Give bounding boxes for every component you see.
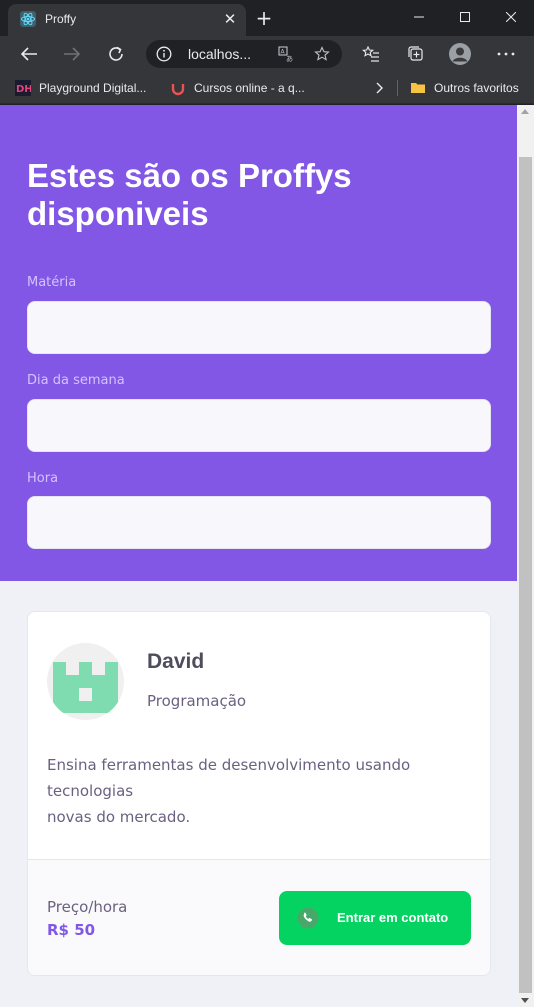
browser-toolbar: localhos... Aあ bbox=[0, 36, 534, 72]
refresh-icon[interactable] bbox=[102, 40, 130, 68]
contact-button[interactable]: Entrar em contato bbox=[279, 891, 471, 945]
new-tab-icon[interactable]: + bbox=[252, 6, 276, 30]
bookmarks-bar: DH Playground Digital... Cursos online -… bbox=[0, 72, 534, 104]
contact-button-label: Entrar em contato bbox=[337, 910, 449, 925]
teacher-bio: Ensina ferramentas de desenvolvimento us… bbox=[47, 752, 467, 830]
teacher-avatar bbox=[47, 643, 124, 720]
page-title: Estes são os Proffys disponiveis bbox=[27, 157, 352, 232]
react-favicon-icon bbox=[20, 11, 36, 27]
bookmark-playground[interactable]: DH Playground Digital... bbox=[15, 79, 146, 97]
back-icon[interactable] bbox=[15, 40, 43, 68]
page-viewport: Estes são os Proffys disponiveis Matéria… bbox=[0, 105, 517, 1007]
svg-text:DH: DH bbox=[16, 84, 31, 95]
more-menu-icon[interactable] bbox=[492, 40, 520, 68]
favorites-icon[interactable] bbox=[357, 40, 385, 68]
bookmark-cursos-online[interactable]: Cursos online - a q... bbox=[170, 79, 305, 97]
browser-tab[interactable]: Proffy ✕ bbox=[8, 4, 246, 36]
tab-close-icon[interactable]: ✕ bbox=[220, 9, 240, 29]
info-icon[interactable] bbox=[156, 46, 172, 62]
bookmark-label: Cursos online - a q... bbox=[194, 81, 305, 95]
tab-title: Proffy bbox=[45, 12, 77, 26]
bookmarks-divider bbox=[397, 80, 398, 96]
bookmark-label: Outros favoritos bbox=[434, 81, 519, 95]
scroll-up-arrow-icon[interactable] bbox=[521, 109, 529, 114]
weekday-label: Dia da semana bbox=[27, 373, 125, 388]
page-scrollbar[interactable] bbox=[517, 105, 534, 1007]
subject-input[interactable] bbox=[27, 301, 491, 354]
page-header: Estes são os Proffys disponiveis Matéria… bbox=[0, 105, 517, 581]
teacher-bio-line: Ensina ferramentas de desenvolvimento us… bbox=[47, 756, 411, 800]
scrollbar-thumb[interactable] bbox=[519, 157, 532, 993]
folder-icon bbox=[411, 83, 425, 93]
close-window-icon[interactable] bbox=[488, 0, 534, 34]
time-input[interactable] bbox=[27, 496, 491, 549]
profile-avatar-icon[interactable] bbox=[446, 40, 474, 68]
subject-label: Matéria bbox=[27, 275, 77, 290]
price-value: R$ 50 bbox=[47, 921, 96, 939]
url-text: localhos... bbox=[188, 46, 252, 62]
teacher-card-footer: Preço/hora R$ 50 Entrar em contato bbox=[28, 859, 490, 975]
maximize-icon[interactable] bbox=[442, 0, 488, 34]
identicon-avatar-icon bbox=[53, 662, 118, 713]
scroll-down-arrow-icon[interactable] bbox=[521, 998, 529, 1003]
teacher-name: David bbox=[147, 650, 205, 673]
weekday-input[interactable] bbox=[27, 399, 491, 452]
udemy-icon bbox=[171, 84, 185, 96]
price-label: Preço/hora bbox=[47, 898, 128, 916]
translate-icon[interactable]: Aあ bbox=[278, 46, 294, 62]
playground-digital-icon: DH bbox=[15, 80, 31, 96]
bookmark-other-favorites[interactable]: Outros favoritos bbox=[410, 79, 519, 97]
teacher-subject: Programação bbox=[147, 692, 247, 710]
bookmark-label: Playground Digital... bbox=[39, 81, 147, 95]
address-bar[interactable]: localhos... Aあ bbox=[146, 40, 342, 68]
teacher-card: David Programação Ensina ferramentas de … bbox=[27, 611, 491, 976]
bookmarks-overflow-chevron-icon[interactable] bbox=[374, 79, 384, 97]
forward-icon[interactable] bbox=[58, 40, 86, 68]
star-icon[interactable] bbox=[314, 46, 330, 62]
browser-tabbar: Proffy ✕ + bbox=[0, 0, 534, 36]
whatsapp-icon bbox=[297, 907, 319, 929]
svg-text:あ: あ bbox=[286, 55, 293, 62]
collections-icon[interactable] bbox=[402, 40, 430, 68]
teacher-bio-line: novas do mercado. bbox=[47, 808, 191, 826]
time-label: Hora bbox=[27, 471, 59, 486]
minimize-icon[interactable] bbox=[396, 0, 442, 34]
